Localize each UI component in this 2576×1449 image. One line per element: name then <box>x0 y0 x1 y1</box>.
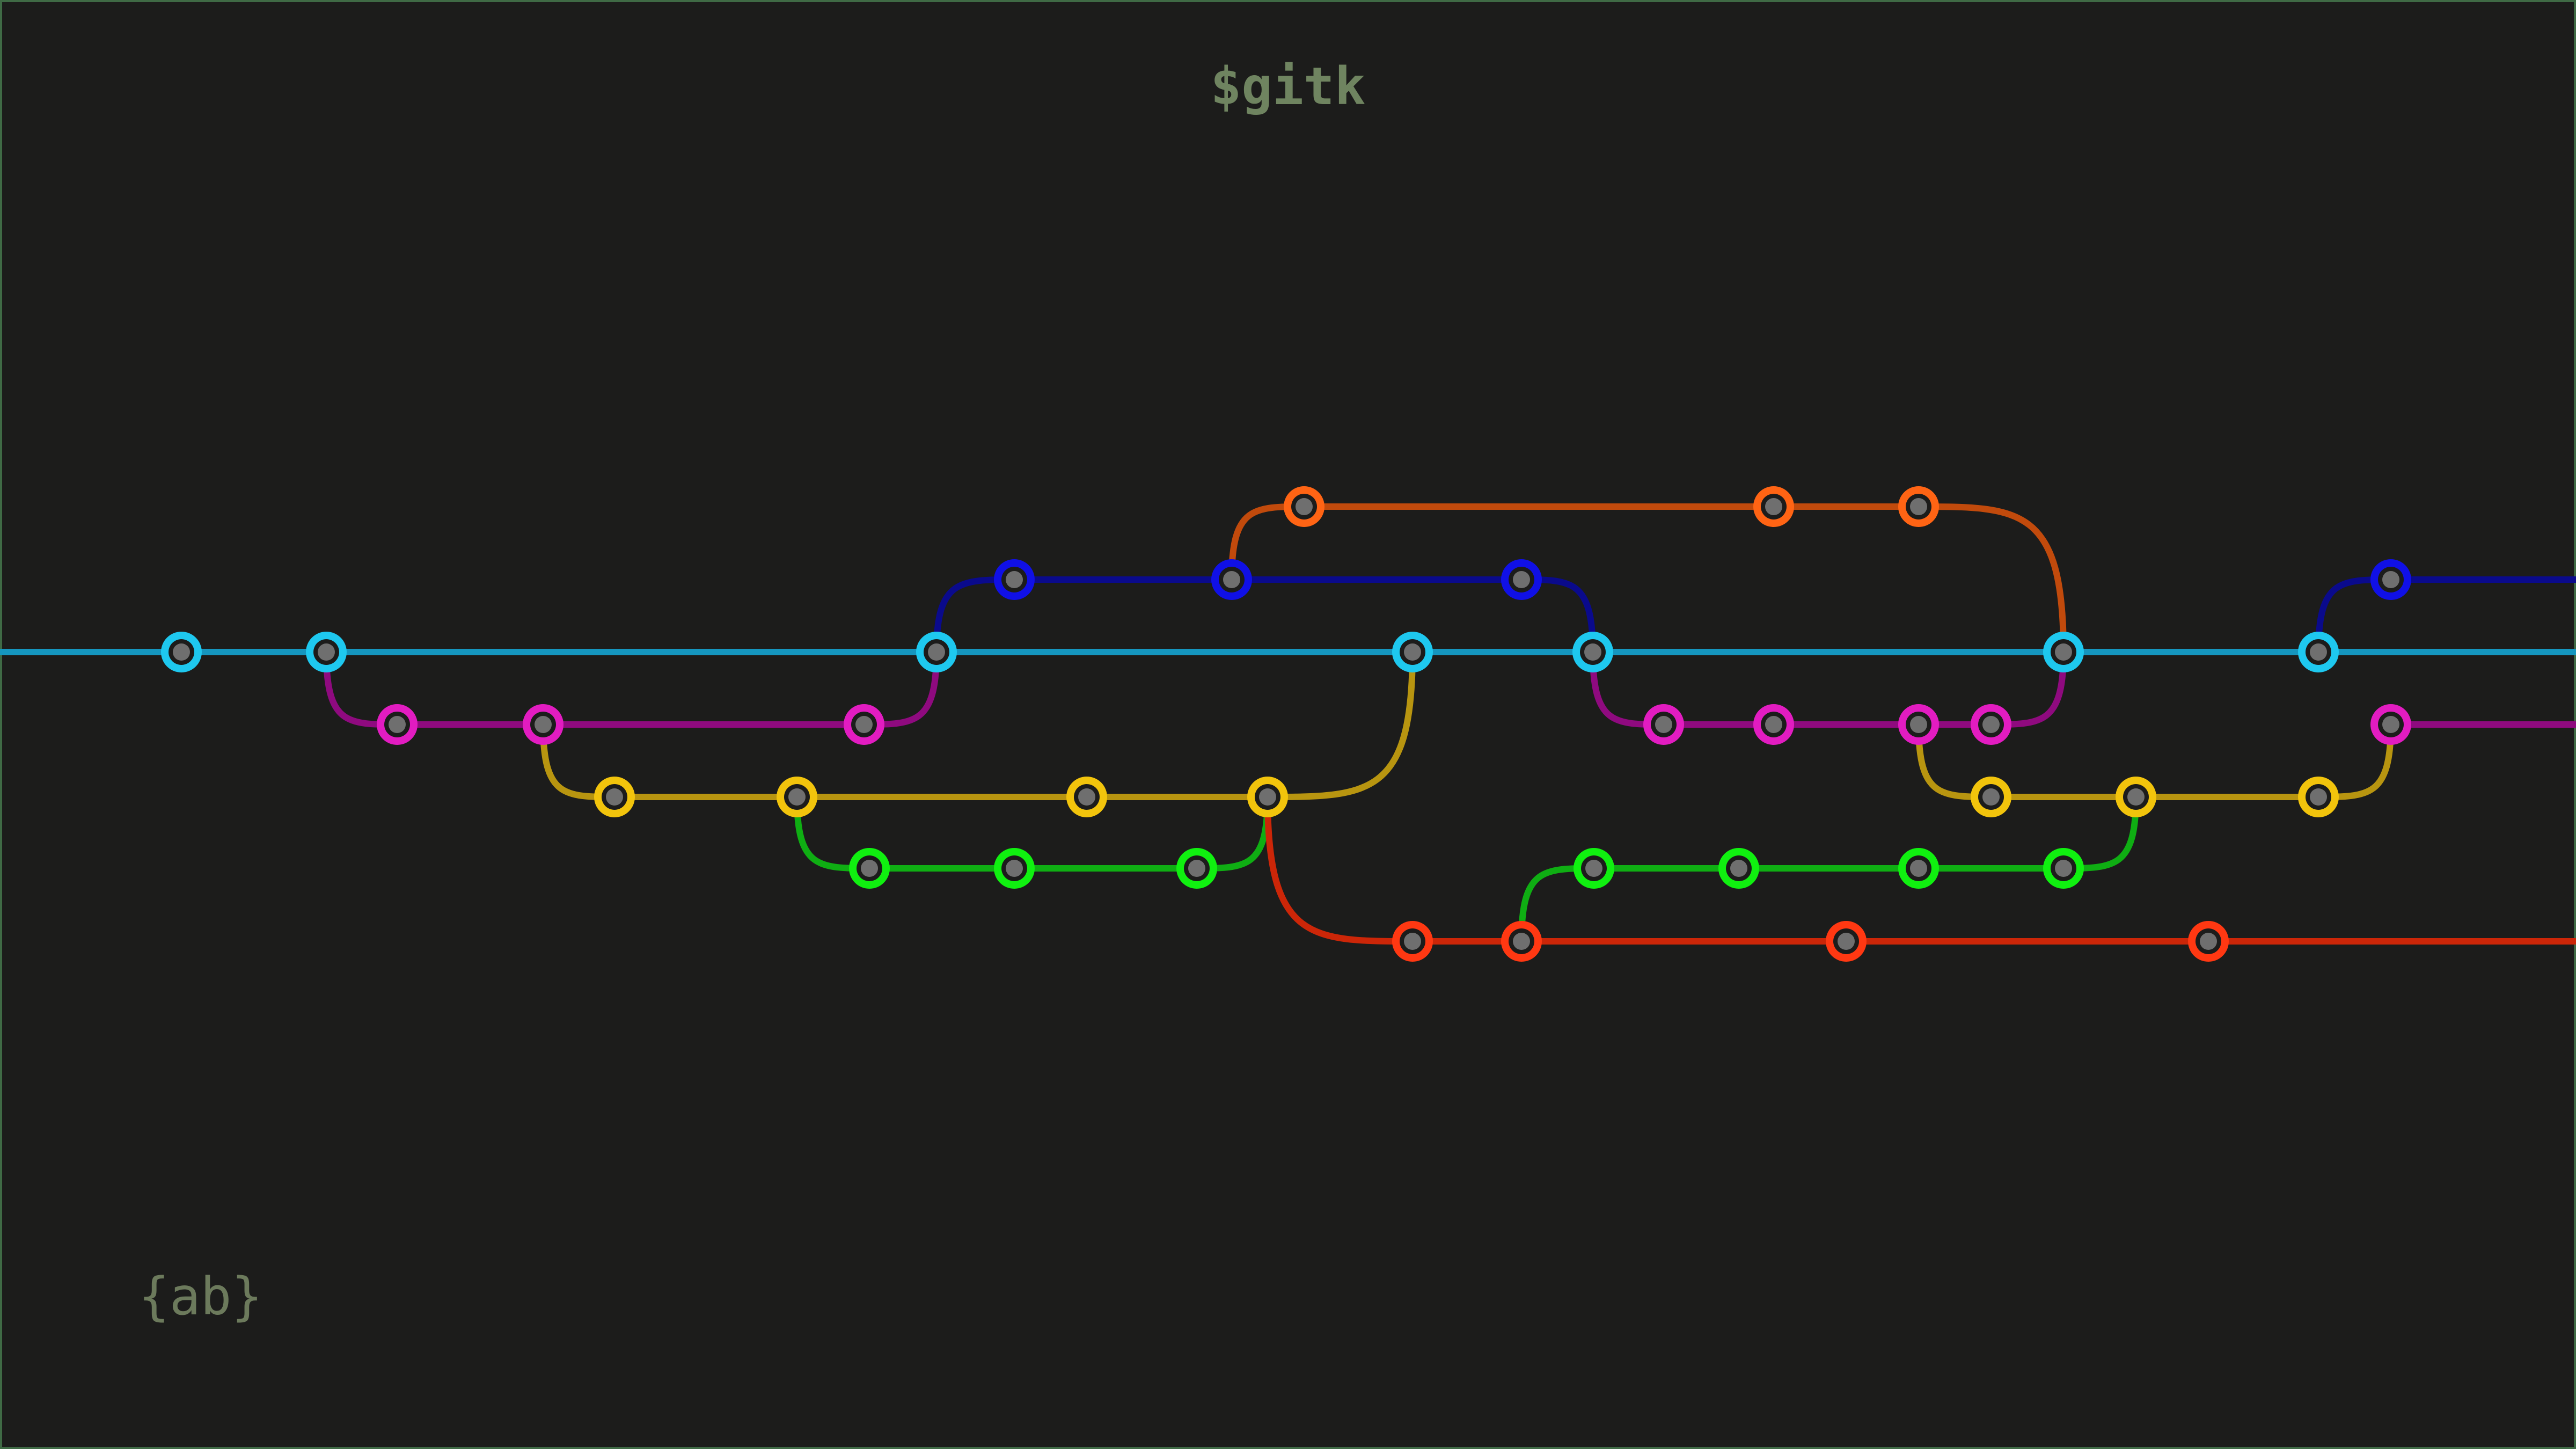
yellow-commit-node[interactable] <box>1066 777 1107 817</box>
magenta-commit-node[interactable] <box>1643 704 1684 745</box>
red-commit-node[interactable] <box>1392 921 1433 962</box>
magenta-commit-node[interactable] <box>1971 704 2011 745</box>
magenta-commit-node[interactable] <box>377 704 418 745</box>
yellow-commit-node[interactable] <box>777 777 817 817</box>
yellow-commit-node[interactable] <box>1247 777 1288 817</box>
green-commit-node[interactable] <box>1898 848 1939 889</box>
yellow-commit-node[interactable] <box>2298 777 2339 817</box>
red-commit-node[interactable] <box>1501 921 1542 962</box>
yellow-commit-node[interactable] <box>1971 777 2011 817</box>
green-commit-node[interactable] <box>849 848 890 889</box>
green-commit-node[interactable] <box>1574 848 1614 889</box>
green-commit-node[interactable] <box>1176 848 1217 889</box>
red-commit-node[interactable] <box>1826 921 1867 962</box>
commit-graph <box>0 486 2576 962</box>
blue-commit-node[interactable] <box>994 559 1035 600</box>
cyan-commit-node[interactable] <box>2043 632 2084 672</box>
orange-commit-node[interactable] <box>1284 486 1324 527</box>
yellow-merge-curve <box>1263 649 1416 800</box>
magenta-commit-node[interactable] <box>523 704 564 745</box>
cyan-commit-node[interactable] <box>161 632 202 672</box>
red-commit-node[interactable] <box>2188 921 2229 962</box>
blue-commit-node[interactable] <box>2370 559 2411 600</box>
cyan-commit-node[interactable] <box>1572 632 1613 672</box>
red-branch-curve <box>1264 794 1416 945</box>
green-commit-node[interactable] <box>994 848 1035 889</box>
green-commit-node[interactable] <box>1718 848 1759 889</box>
magenta-commit-node[interactable] <box>2370 704 2411 745</box>
cyan-commit-node[interactable] <box>2298 632 2339 672</box>
orange-merge-curve <box>1915 503 2067 655</box>
yellow-commit-node[interactable] <box>2116 777 2156 817</box>
green-commit-node[interactable] <box>2043 848 2084 889</box>
cyan-commit-node[interactable] <box>916 632 957 672</box>
logo-text: {ab} <box>138 1267 263 1327</box>
yellow-commit-node[interactable] <box>594 777 635 817</box>
cyan-commit-node[interactable] <box>306 632 347 672</box>
blue-commit-node[interactable] <box>1501 559 1542 600</box>
blue-commit-node[interactable] <box>1211 559 1252 600</box>
orange-commit-node[interactable] <box>1753 486 1794 527</box>
magenta-commit-node[interactable] <box>1898 704 1939 745</box>
magenta-commit-node[interactable] <box>844 704 884 745</box>
magenta-commit-node[interactable] <box>1753 704 1794 745</box>
cyan-commit-node[interactable] <box>1392 632 1433 672</box>
orange-commit-node[interactable] <box>1898 486 1939 527</box>
